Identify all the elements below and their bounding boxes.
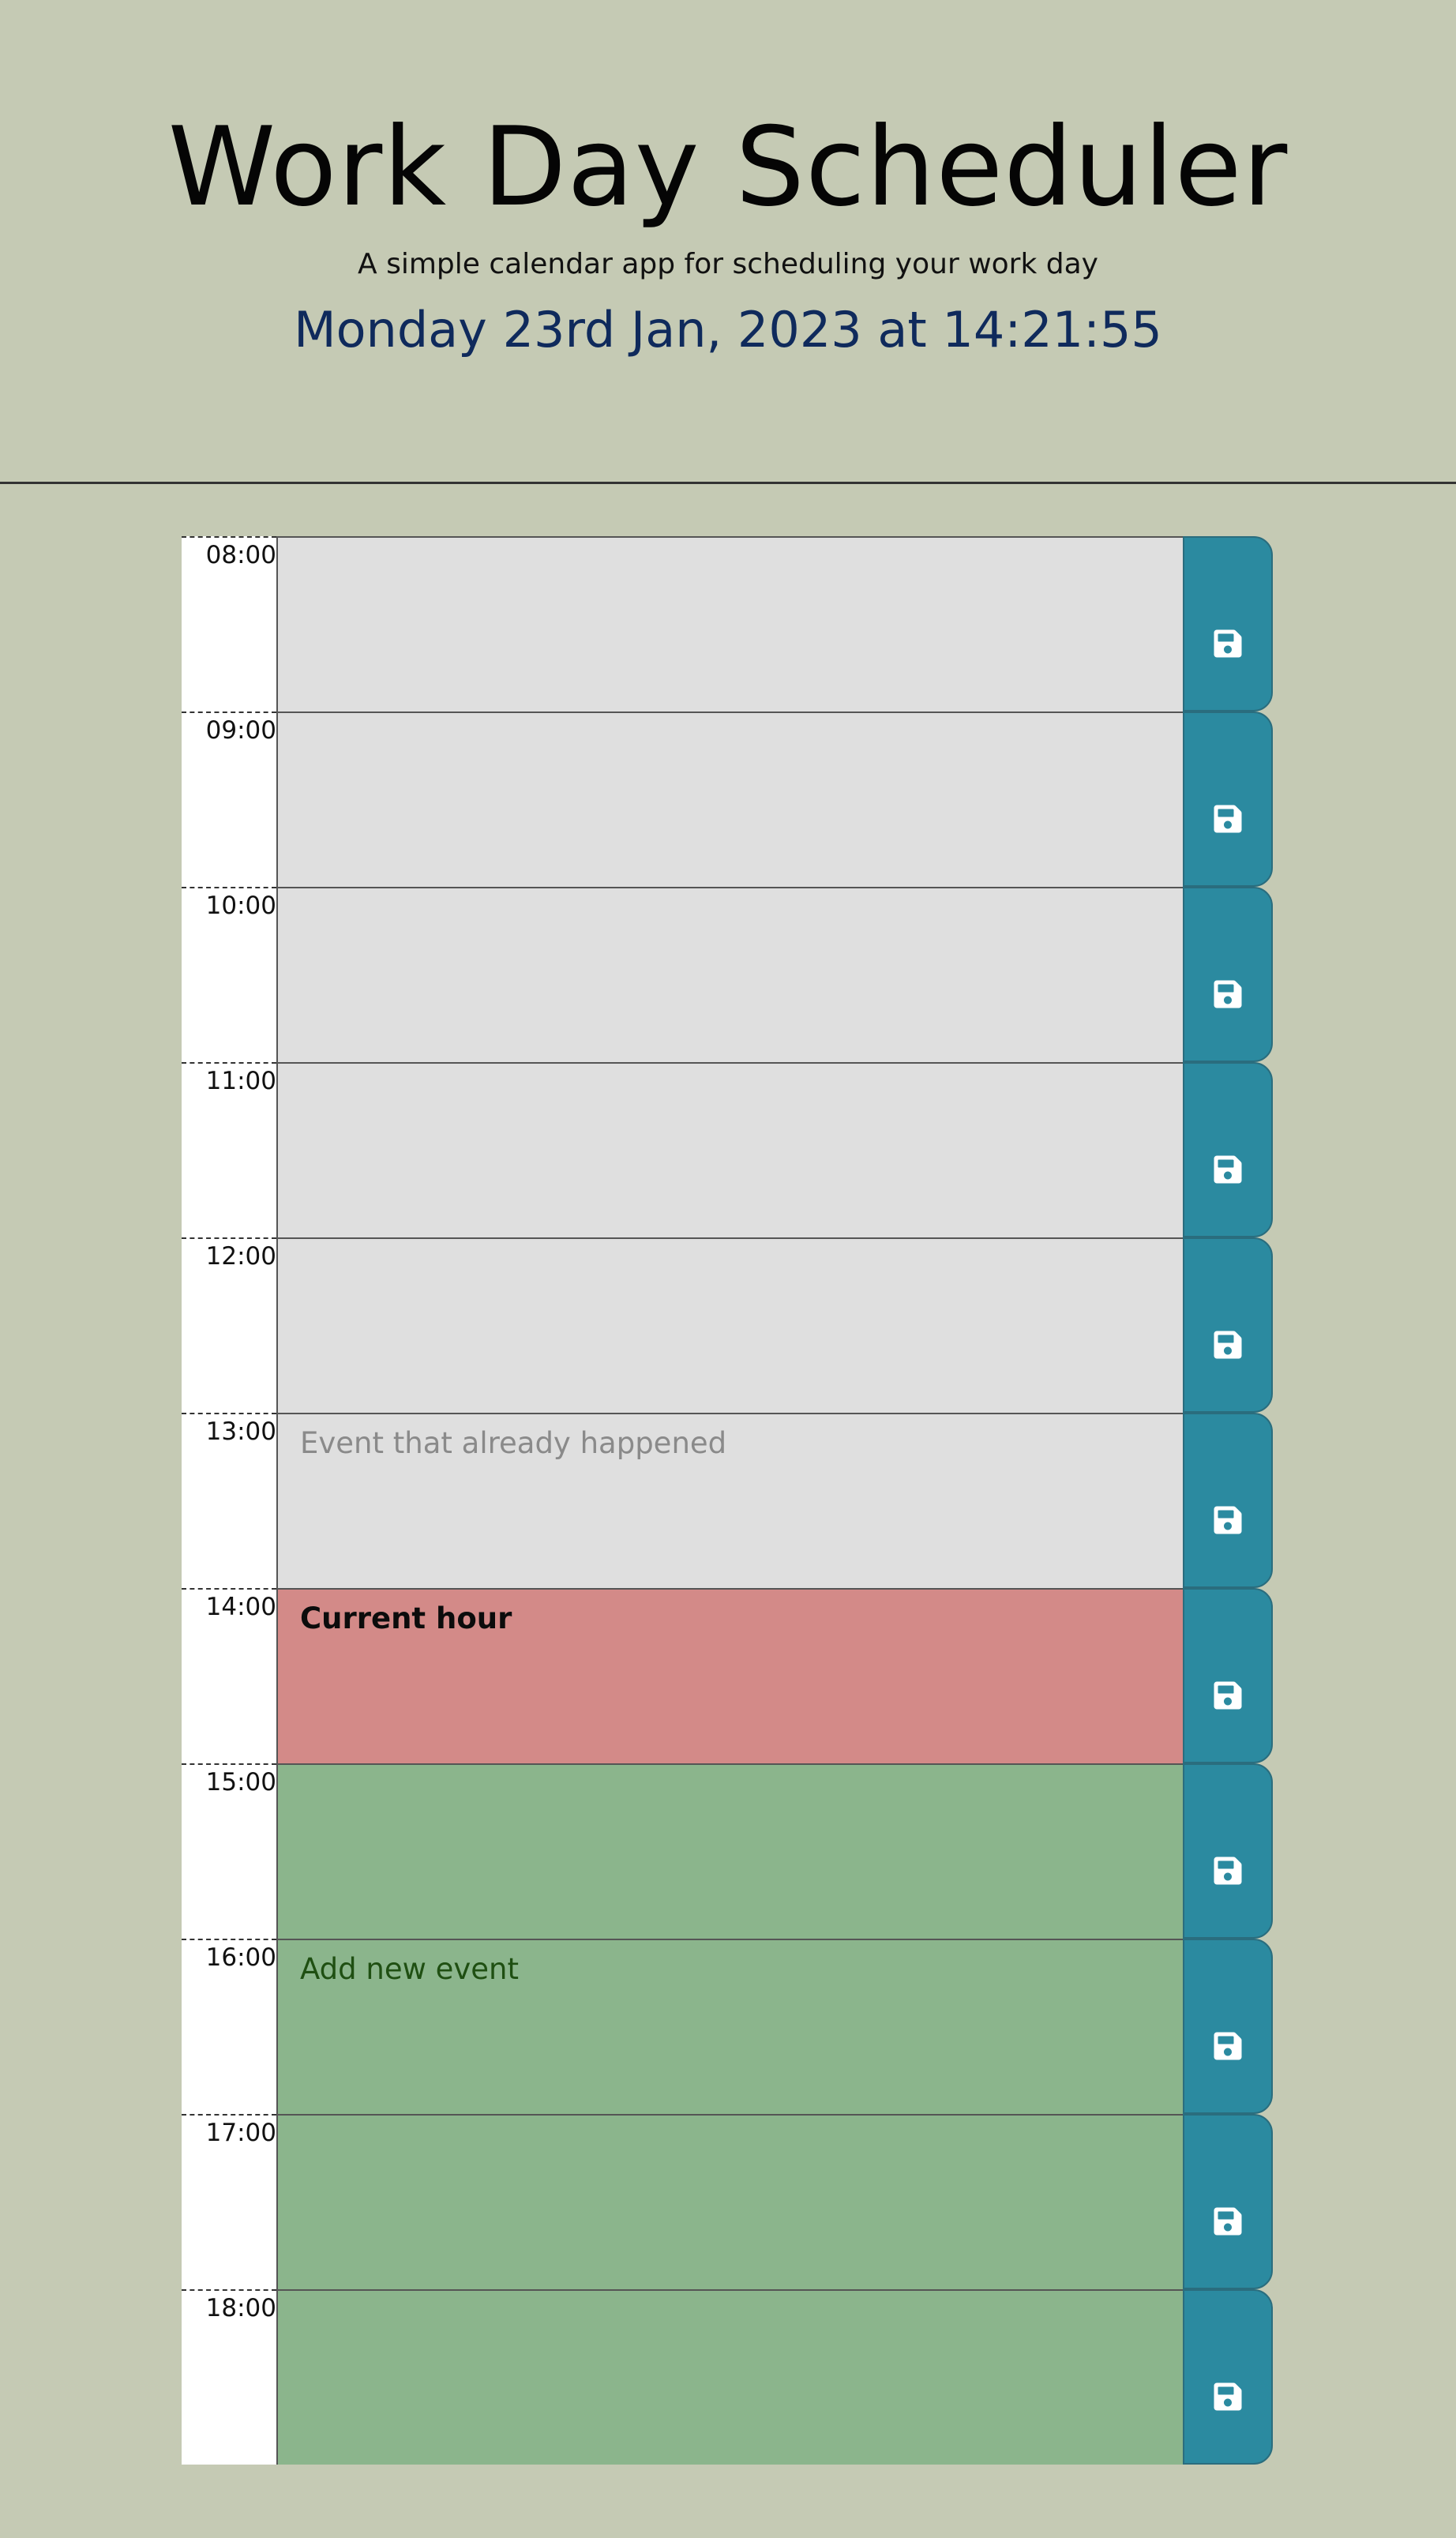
time-block-row: 12:00 — [182, 1237, 1273, 1413]
floppy-disk-icon — [1212, 2030, 1244, 2062]
event-description[interactable] — [276, 1763, 1183, 1939]
hour-label: 08:00 — [182, 536, 276, 711]
time-block-row: 15:00 — [182, 1763, 1273, 1939]
hour-label: 12:00 — [182, 1237, 276, 1413]
save-button[interactable] — [1183, 1763, 1273, 1939]
event-description[interactable] — [276, 711, 1183, 887]
floppy-disk-icon — [1212, 2381, 1244, 2412]
floppy-disk-icon — [1212, 628, 1244, 659]
schedule: 08:00 09:00 10:00 11:00 12:00 13:00 Even… — [182, 536, 1273, 2465]
hour-label: 15:00 — [182, 1763, 276, 1939]
floppy-disk-icon — [1212, 803, 1244, 835]
time-block-row: 14:00 Current hour — [182, 1588, 1273, 1763]
save-button[interactable] — [1183, 1939, 1273, 2114]
header: Work Day Scheduler A simple calendar app… — [0, 0, 1456, 484]
save-button[interactable] — [1183, 1237, 1273, 1413]
hour-label: 18:00 — [182, 2289, 276, 2465]
hour-label: 14:00 — [182, 1588, 276, 1763]
floppy-disk-icon — [1212, 1329, 1244, 1361]
time-block-row: 09:00 — [182, 711, 1273, 887]
save-button[interactable] — [1183, 1413, 1273, 1588]
save-button[interactable] — [1183, 2289, 1273, 2465]
event-description[interactable] — [276, 887, 1183, 1062]
hour-label: 13:00 — [182, 1413, 276, 1588]
hour-label: 16:00 — [182, 1939, 276, 2114]
hour-label: 11:00 — [182, 1062, 276, 1237]
page-title: Work Day Scheduler — [167, 103, 1289, 231]
hour-label: 10:00 — [182, 887, 276, 1062]
time-block-row: 13:00 Event that already happened — [182, 1413, 1273, 1588]
event-description[interactable]: Event that already happened — [276, 1413, 1183, 1588]
event-description[interactable] — [276, 1237, 1183, 1413]
event-description[interactable] — [276, 536, 1183, 711]
event-description[interactable] — [276, 1062, 1183, 1237]
hour-label: 17:00 — [182, 2114, 276, 2289]
floppy-disk-icon — [1212, 2206, 1244, 2237]
floppy-disk-icon — [1212, 1504, 1244, 1536]
floppy-disk-icon — [1212, 1154, 1244, 1185]
floppy-disk-icon — [1212, 978, 1244, 1010]
current-datetime: Monday 23rd Jan, 2023 at 14:21:55 — [294, 301, 1162, 359]
save-button[interactable] — [1183, 1588, 1273, 1763]
page-subtitle: A simple calendar app for scheduling you… — [358, 248, 1098, 280]
time-block-row: 10:00 — [182, 887, 1273, 1062]
floppy-disk-icon — [1212, 1680, 1244, 1711]
save-button[interactable] — [1183, 711, 1273, 887]
time-block-row: 16:00 Add new event — [182, 1939, 1273, 2114]
event-description[interactable]: Current hour — [276, 1588, 1183, 1763]
save-button[interactable] — [1183, 2114, 1273, 2289]
floppy-disk-icon — [1212, 1855, 1244, 1887]
save-button[interactable] — [1183, 887, 1273, 1062]
event-description[interactable] — [276, 2114, 1183, 2289]
hour-label: 09:00 — [182, 711, 276, 887]
time-block-row: 08:00 — [182, 536, 1273, 711]
time-block-row: 17:00 — [182, 2114, 1273, 2289]
event-description[interactable]: Add new event — [276, 1939, 1183, 2114]
save-button[interactable] — [1183, 1062, 1273, 1237]
save-button[interactable] — [1183, 536, 1273, 711]
event-description[interactable] — [276, 2289, 1183, 2465]
time-block-row: 18:00 — [182, 2289, 1273, 2465]
time-block-row: 11:00 — [182, 1062, 1273, 1237]
